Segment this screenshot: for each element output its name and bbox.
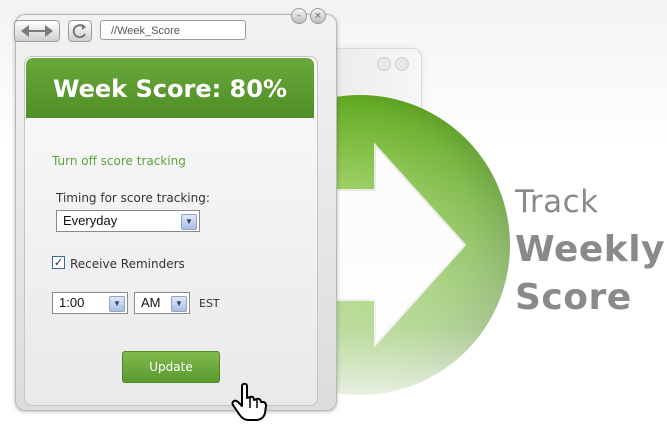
headline-line-1: Track: [515, 184, 599, 220]
close-icon[interactable]: ×: [310, 8, 326, 24]
turn-off-tracking-link[interactable]: Turn off score tracking: [52, 154, 186, 168]
back-forward-icon: [21, 25, 53, 37]
headline-line-2: Weekly: [515, 229, 666, 270]
headline-line-3: Score: [515, 277, 632, 318]
receive-reminders-checkbox[interactable]: ✓: [52, 256, 65, 269]
chevron-down-icon: ▼: [109, 296, 125, 312]
chevron-down-icon: ▼: [171, 296, 187, 312]
timezone-label: EST: [199, 297, 220, 310]
ghost-minimize-icon: [377, 57, 391, 71]
timing-label: Timing for score tracking:: [56, 191, 210, 205]
receive-reminders-label: Receive Reminders: [70, 257, 185, 271]
refresh-icon: [72, 24, 86, 39]
ampm-select[interactable]: AM ▼: [134, 292, 190, 314]
minimize-icon[interactable]: –: [291, 8, 307, 24]
address-bar[interactable]: //Week_Score: [100, 20, 246, 40]
back-forward-button[interactable]: [14, 20, 60, 42]
refresh-button[interactable]: [68, 20, 92, 42]
headline: Track Weekly Score: [515, 178, 665, 322]
timing-select-value: Everyday: [63, 213, 118, 228]
browser-toolbar: //Week_Score: [14, 18, 314, 42]
hand-cursor-icon: [228, 382, 272, 426]
hour-select[interactable]: 1:00 ▼: [52, 292, 128, 314]
update-button[interactable]: Update: [122, 351, 220, 383]
timing-select[interactable]: Everyday ▼: [56, 210, 200, 232]
ampm-select-value: AM: [141, 295, 161, 310]
week-score-header: Week Score: 80%: [26, 58, 314, 118]
checkmark-icon: ✓: [53, 256, 64, 269]
hour-select-value: 1:00: [59, 295, 85, 310]
chevron-down-icon: ▼: [181, 214, 197, 230]
ghost-close-icon: [395, 57, 409, 71]
